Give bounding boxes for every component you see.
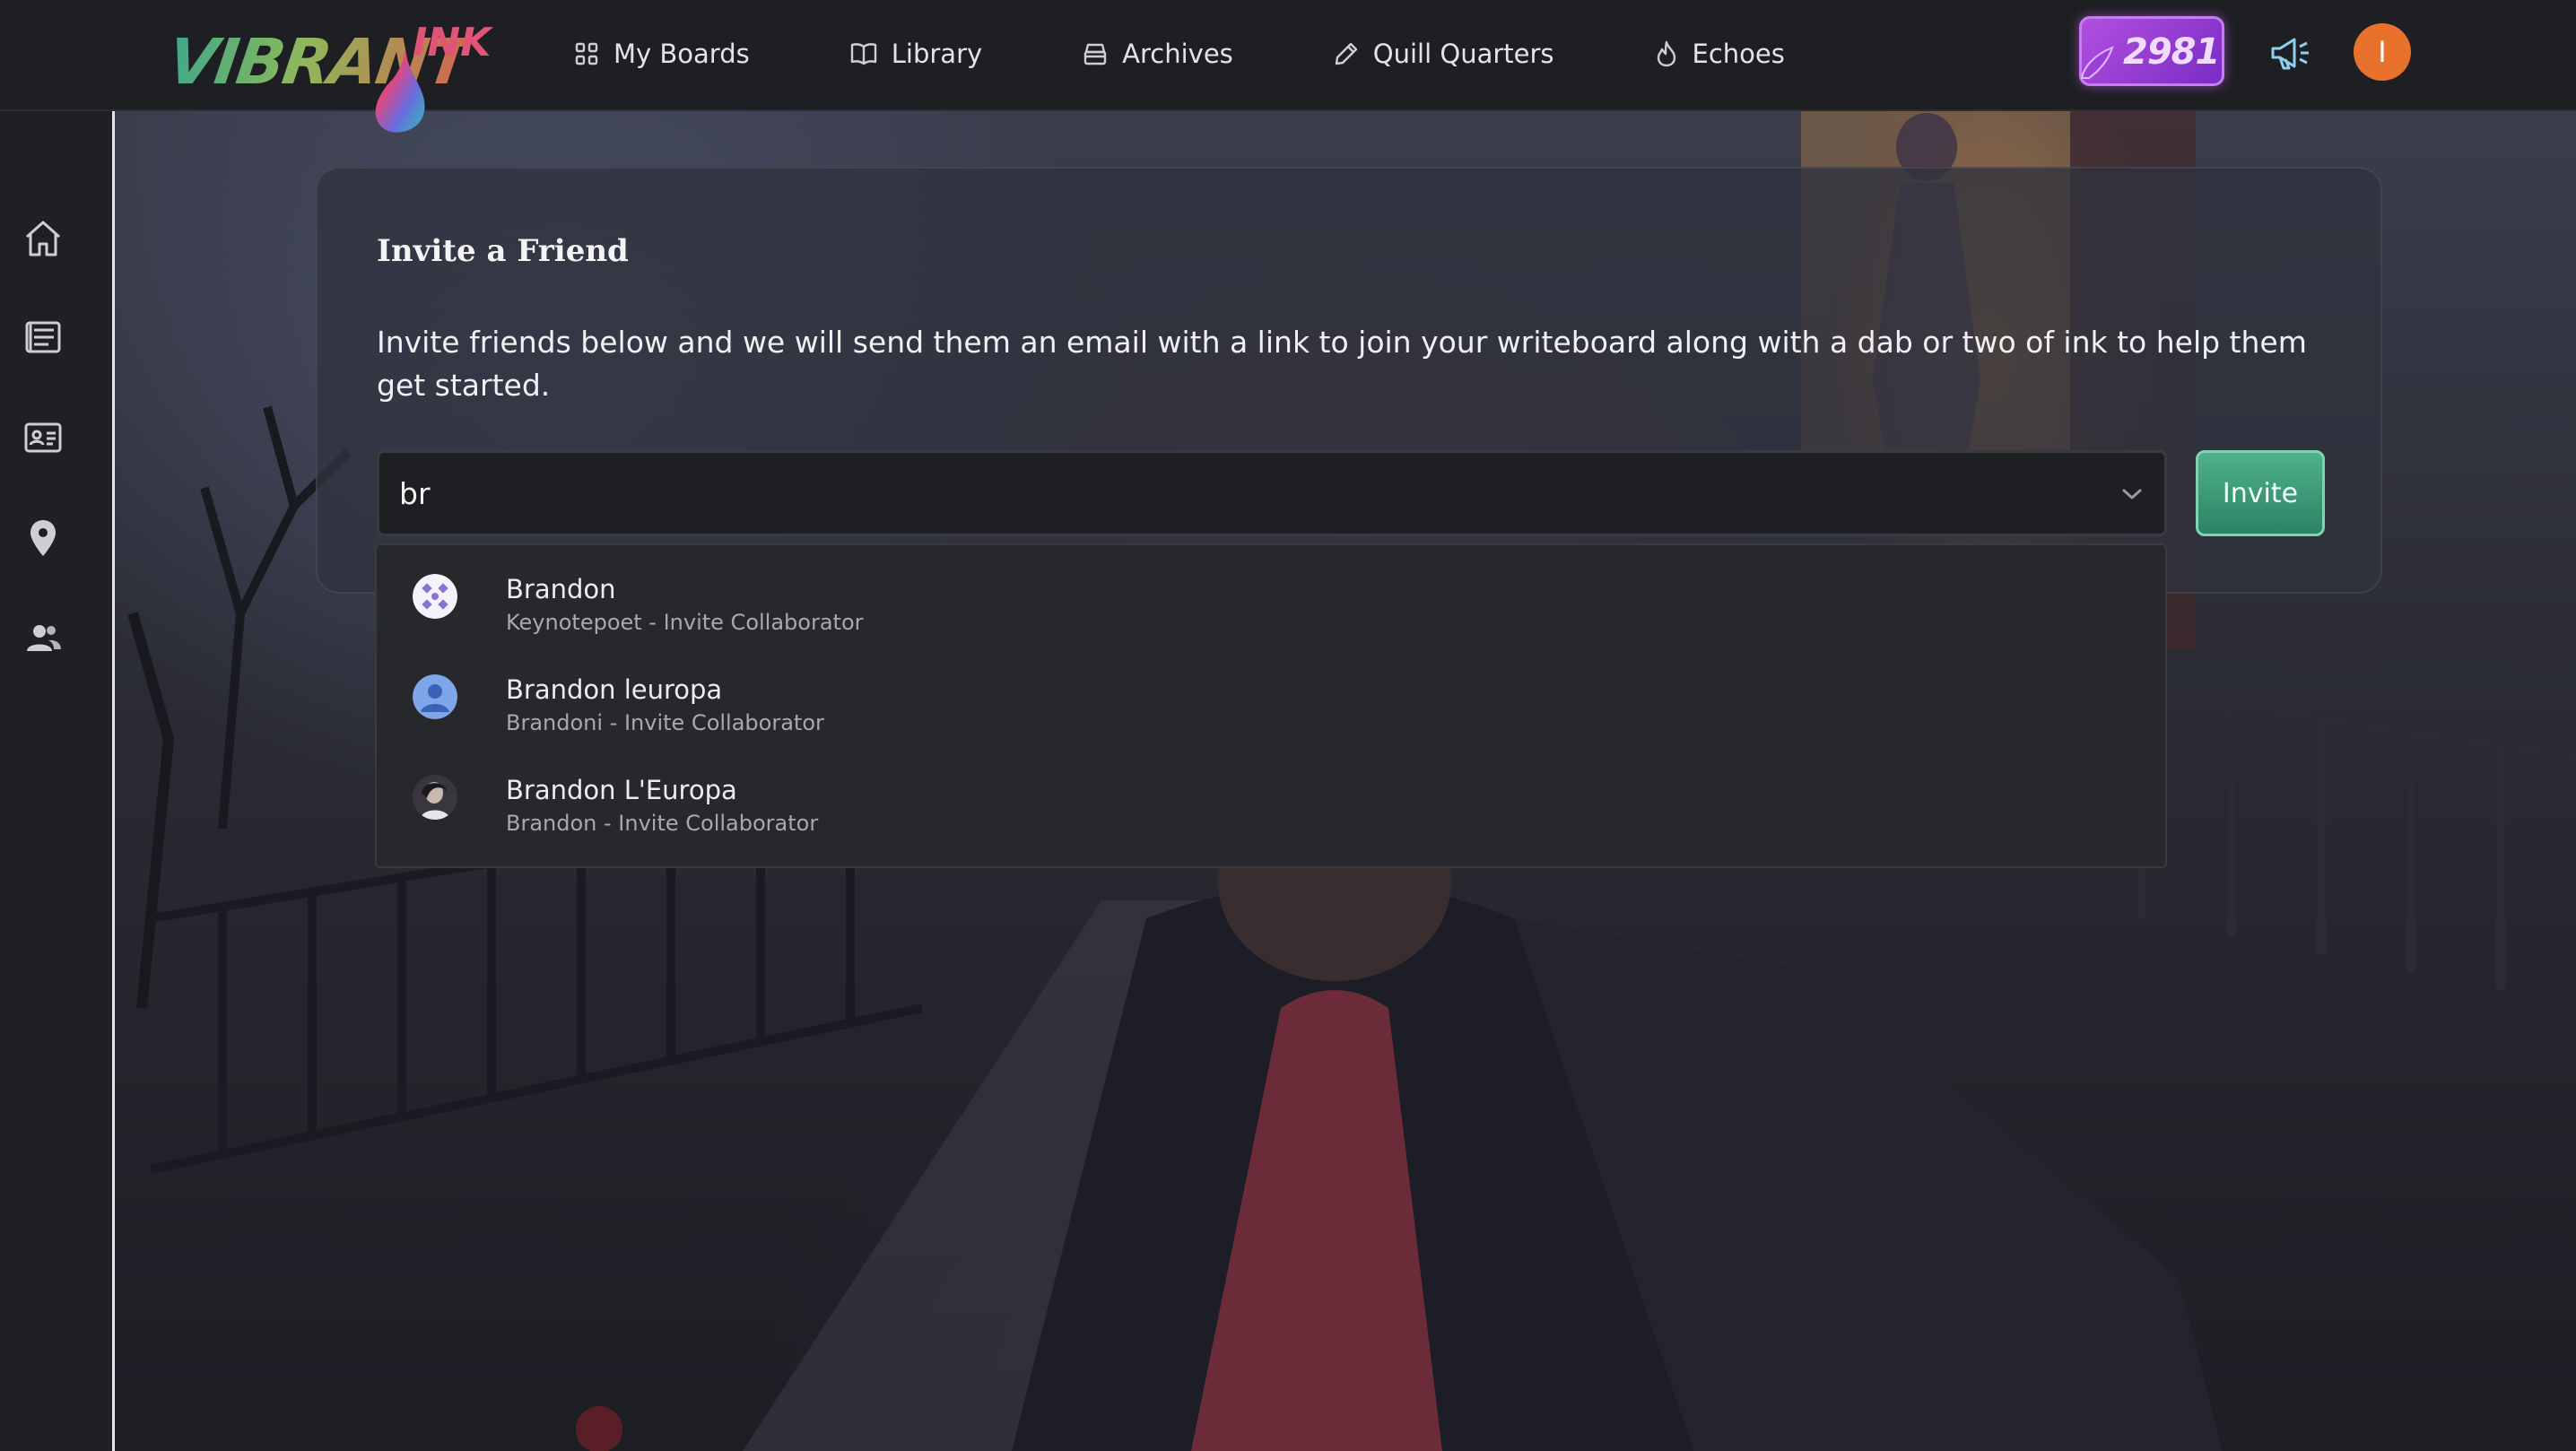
nav-label: My Boards [614,39,750,69]
suggestions-dropdown: Brandon Keynotepoet - Invite Collaborato… [375,543,2167,868]
default-user-avatar [413,674,457,719]
ink-balance-badge[interactable]: 2981 [2079,16,2224,86]
nav-archives[interactable]: Archives [1083,39,1233,69]
archive-box-icon [1083,43,1107,65]
suggestion-name: Brandon L'Europa [506,775,737,805]
pattern-avatar [413,574,457,619]
top-navigation-bar: VIBRANT INK My Boards Library Archives Q… [0,0,2576,133]
id-card-icon[interactable] [22,416,65,459]
suggestion-item[interactable]: Brandon leuropa Brandoni - Invite Collab… [413,649,2117,735]
home-icon[interactable] [22,217,65,260]
main-nav: My Boards Library Archives Quill Quarter… [574,0,1785,108]
invite-button[interactable]: Invite [2196,450,2325,536]
suggestion-subtitle: Brandon - Invite Collaborator [506,811,819,836]
quill-icon [2080,46,2114,79]
suggestion-subtitle: Keynotepoet - Invite Collaborator [506,610,864,635]
notebook-icon[interactable] [22,316,65,359]
suggestion-name: Brandon leuropa [506,674,723,705]
nav-label: Echoes [1692,39,1785,69]
invite-description: Invite friends below and we will send th… [377,325,2307,403]
app-root: VIBRANT INK My Boards Library Archives Q… [0,0,2576,1451]
invite-title: Invite a Friend [377,233,629,269]
friend-search-input[interactable]: br [377,450,2167,536]
nav-library[interactable]: Library [850,39,982,69]
flame-icon [1657,40,1675,67]
suggestion-subtitle: Brandoni - Invite Collaborator [506,710,824,735]
nav-label: Quill Quarters [1372,39,1554,69]
grid-icon [575,42,598,65]
map-pin-icon[interactable] [22,517,65,560]
chevron-down-icon[interactable] [2121,487,2143,501]
book-icon [850,43,876,65]
pencil-icon [1335,42,1357,65]
users-add-icon[interactable] [22,617,65,660]
ink-count: 2981 [2123,31,2220,73]
nav-quill-quarters[interactable]: Quill Quarters [1334,39,1554,69]
left-sidebar [0,111,115,1451]
ink-drop-icon [375,48,425,133]
suggestion-item[interactable]: Brandon L'Europa Brandon - Invite Collab… [413,750,2117,836]
user-avatar[interactable]: I [2354,23,2411,81]
nav-label: Library [891,39,983,69]
app-logo[interactable]: VIBRANT INK [163,16,491,133]
nav-label: Archives [1122,39,1233,69]
nav-echoes[interactable]: Echoes [1655,39,1785,69]
friend-search-value: br [399,475,431,511]
avatar-initial: I [2378,35,2387,69]
suggestion-name: Brandon [506,574,616,604]
suggestion-item[interactable]: Brandon Keynotepoet - Invite Collaborato… [413,549,2117,635]
nav-my-boards[interactable]: My Boards [574,39,750,69]
photo-avatar [413,775,457,820]
megaphone-icon[interactable] [2267,30,2312,75]
invite-card: Invite a Friend Invite friends below and… [316,167,2382,594]
